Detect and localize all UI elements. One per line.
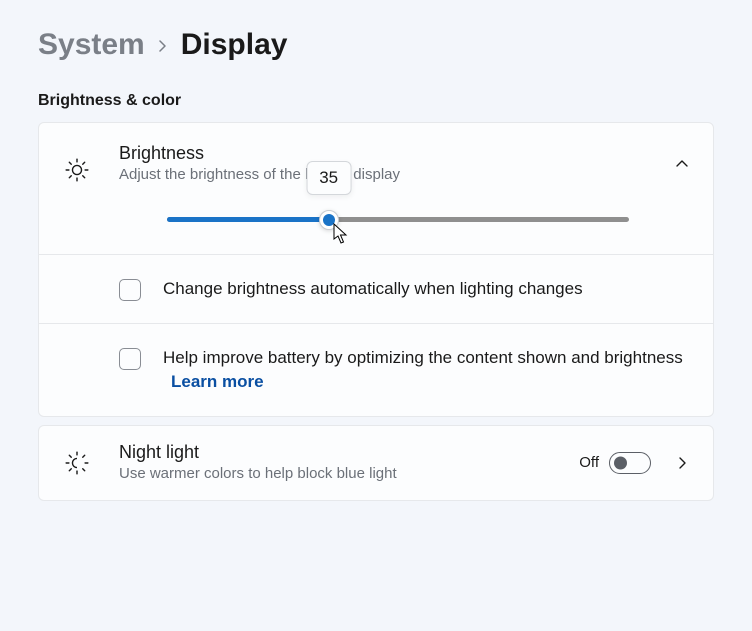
- brightness-subtitle: Adjust the brightness of the built-in di…: [119, 165, 653, 185]
- brightness-slider[interactable]: 35: [167, 217, 629, 222]
- breadcrumb-parent-system[interactable]: System: [38, 28, 145, 62]
- chevron-right-icon[interactable]: [675, 456, 689, 470]
- night-light-toggle[interactable]: [609, 452, 651, 474]
- auto-brightness-label: Change brightness automatically when lig…: [163, 277, 583, 301]
- slider-thumb[interactable]: [319, 210, 339, 230]
- brightness-icon: [57, 143, 97, 183]
- slider-track: [167, 217, 629, 222]
- breadcrumb-current-display: Display: [181, 28, 288, 62]
- optimize-content-label: Help improve battery by optimizing the c…: [163, 346, 689, 394]
- brightness-group: Brightness Adjust the brightness of the …: [38, 122, 714, 417]
- night-light-icon: [57, 450, 97, 476]
- optimize-content-text: Help improve battery by optimizing the c…: [163, 348, 683, 367]
- optimize-content-row: Help improve battery by optimizing the c…: [39, 323, 713, 416]
- brightness-card: Brightness Adjust the brightness of the …: [39, 123, 713, 254]
- learn-more-link[interactable]: Learn more: [171, 372, 264, 391]
- slider-fill: [167, 217, 329, 222]
- toggle-knob: [614, 456, 627, 469]
- chevron-right-icon: [157, 31, 169, 59]
- night-light-card[interactable]: Night light Use warmer colors to help bl…: [39, 426, 713, 500]
- brightness-value-tooltip: 35: [306, 161, 351, 195]
- night-light-group: Night light Use warmer colors to help bl…: [38, 425, 714, 501]
- breadcrumb: System Display: [38, 28, 714, 62]
- section-heading-brightness-color: Brightness & color: [38, 92, 714, 110]
- night-light-title: Night light: [119, 442, 557, 463]
- auto-brightness-checkbox[interactable]: [119, 279, 141, 301]
- night-light-state-label: Off: [579, 454, 599, 471]
- brightness-title: Brightness: [119, 143, 653, 164]
- collapse-icon[interactable]: [675, 157, 689, 171]
- night-light-subtitle: Use warmer colors to help block blue lig…: [119, 464, 557, 484]
- auto-brightness-row: Change brightness automatically when lig…: [39, 254, 713, 323]
- optimize-content-checkbox[interactable]: [119, 348, 141, 370]
